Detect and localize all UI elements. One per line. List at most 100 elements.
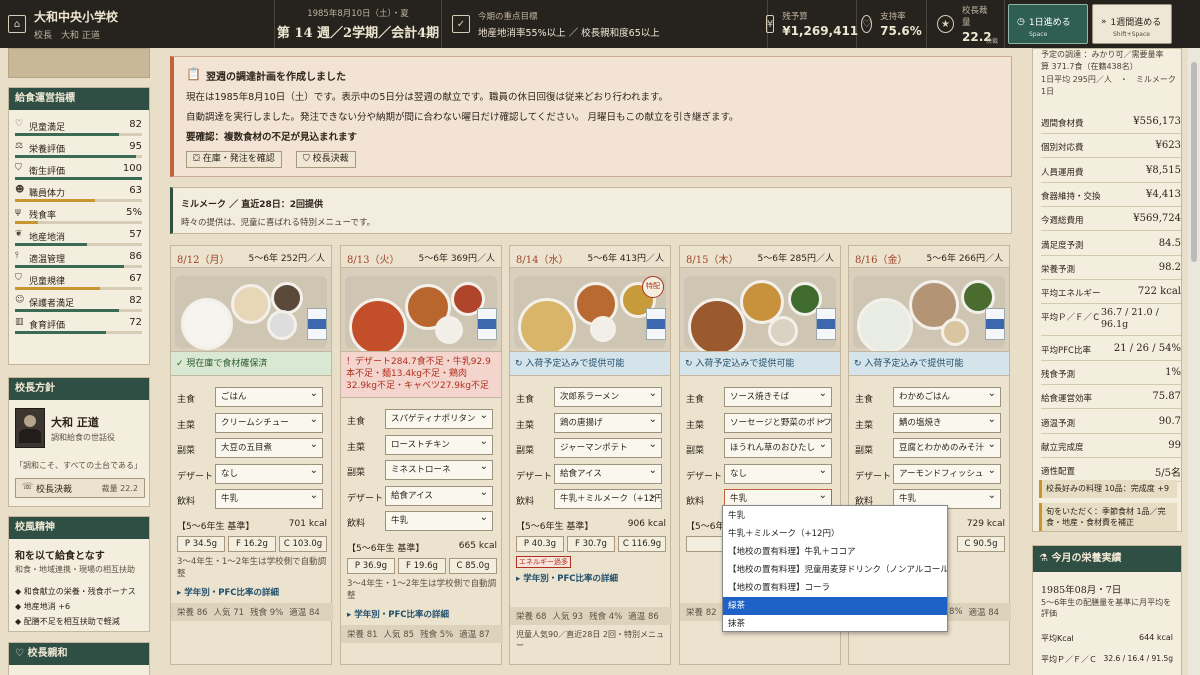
score-item: 8% [949,606,963,617]
menu-select-dessert[interactable]: 給食アイス [554,463,662,484]
summary-value: ¥4,413 [1146,188,1181,200]
menu-field-label: デザート [177,471,214,482]
menu-select-side[interactable]: ジャーマンポテト [554,438,662,458]
menu-select-main[interactable]: クリームシチュー [215,412,323,433]
menu-select-side[interactable]: 大豆の五目煮 [215,438,323,458]
drink-option[interactable]: 【地校の置有料理】コーラ [723,579,947,597]
nutrition-label: 【5〜6年生 基準】 [177,521,255,532]
menu-field-label: 飲料 [686,497,705,507]
drink-option[interactable]: 緑茶 [723,597,947,615]
summary-value: 5/5名 [1154,468,1181,480]
drink-option[interactable]: 牛乳＋ミルメーク（+12円） [723,525,947,543]
summary-row: 平均Ｐ／Ｆ／Ｃ 36.7 / 21.0 / 96.1g [1041,305,1181,337]
phone-icon: ☏ [22,482,34,492]
score-item: 適温 84 [289,607,320,618]
nutrition-kcal: 701 kcal [288,518,327,529]
principal-decision-button[interactable]: ☏ 校長決裁 裁量 22.2 [15,478,145,498]
metric-bar-fill [15,243,88,246]
menu-select-main[interactable]: 鯖の塩焼き [893,412,1001,433]
menu-select-dessert[interactable]: アーモンドフィッシュ [893,463,1001,484]
policy-name: 大和 正道 [51,416,99,429]
metric-row: ❦ 地産地消 57 [9,227,149,249]
menu-field-label: 飲料 [516,497,535,507]
affinity-header: ♡ 校長親和 [9,643,149,665]
day-column: 8/14（水） 5〜6年 413円／人 特配 ↻ 入荷予定込みで提供可能 主食 次郎系ラー… [509,245,672,665]
notice-decision-button[interactable]: ⛉ 校長決裁 [296,151,356,168]
summary-value: 722 kcal [1137,286,1181,298]
dish-bowl [435,316,463,344]
summary-value: 90.7 [1158,415,1181,427]
menu-select-main[interactable]: ソーセージと野菜のポトフ [724,412,832,433]
nutrition-header: 【5〜6年生 基準】 906 kcal [516,519,666,533]
summary-row: 週間食材費 ¥556,173 [1041,111,1181,134]
advance-week-button[interactable]: » 1週間進める Shift+Space [1092,4,1172,44]
menu-select-staple[interactable]: ソース焼きそば [724,387,832,407]
staff-icon: ☻ [15,185,25,195]
metric-label: 児童満足 [29,123,66,133]
menu-select-drink[interactable]: 牛乳 [215,489,323,509]
pfc-f: F 30.7g [567,535,615,552]
school-name: 大和中央小学校 [34,9,119,24]
goal-info: ✓ 今期の重点目標 地産地消率55%以上 ／ 校長親和度65以上 [442,0,768,48]
menu-select-side[interactable]: ミネストローネ [385,460,493,480]
drink-option[interactable]: 【地校の置有料理】牛乳＋ココア [723,543,947,561]
menu-select-dessert[interactable]: なし [724,463,832,484]
day-header: 8/13（火） 5〜6年 369円／人 [341,246,501,268]
discretion-label: 校長裁量 [962,6,988,28]
metric-row: ⚖ 栄養評価 95 [9,139,149,161]
menu-field-staple: 主食 次郎系ラーメン [516,387,666,407]
policy-quote: 「調和こそ、すべての土台である」 [15,461,143,470]
metric-row: ♡ 児童満足 82 [9,117,149,139]
menu-select-drink[interactable]: 牛乳 [385,511,493,531]
drink-option[interactable]: 抹茶 [723,615,947,633]
meal-tray [684,276,836,351]
metric-bar [15,199,142,202]
affinity-panel: ♡ 校長親和 [8,642,150,675]
day-price: 5〜6年 266円／人 [926,254,1004,264]
menu-select-main[interactable]: 鶏の唐揚げ [554,412,662,433]
day-date: 8/12（月） [177,255,230,266]
menu-select-drink[interactable]: 牛乳＋ミルメーク（+12円） [554,489,662,509]
support-label: 支持率 [880,12,906,22]
drink-option[interactable]: 【地校の置有料理】児童用麦芽ドリンク（ノンアルコール） [723,561,947,579]
summary-row: 満足度予測 84.5 [1041,233,1181,256]
box-icon: ⛋ [193,154,200,164]
metric-row: ⫯ 適温管理 86 [9,249,149,271]
medal-icon: ★ [937,15,955,33]
menu-select-staple[interactable]: ごはん [215,387,323,407]
menu-select-staple[interactable]: 次郎系ラーメン [554,387,662,407]
pfc-detail-link[interactable]: ▸ 学年別・PFC比率の詳細 [347,608,497,620]
menu-select-dessert[interactable]: なし [215,463,323,484]
check-stock-button[interactable]: ⛋ 在庫・発注を確認 [186,151,282,168]
day-date: 8/13（火） [347,255,400,266]
menu-field-label: デザート [516,471,553,482]
page-scrollbar[interactable] [1188,48,1200,675]
scrollbar-thumb[interactable] [1191,62,1197,262]
menu-select-staple[interactable]: スパゲティナポリタン [385,409,493,429]
menu-field-staple: 主食 スパゲティナポリタン [347,409,497,429]
score-item: 適温 84 [968,607,1000,618]
menu-select-dessert[interactable]: 給食アイス [385,485,493,506]
menu-select-main[interactable]: ローストチキン [385,434,493,455]
score-item: 人気 85 [383,629,415,640]
pfc-detail-link[interactable]: ▸ 学年別・PFC比率の詳細 [516,572,666,584]
results-pfc-value: 32.6 / 16.4 / 91.5g [1103,654,1173,663]
results-kcal-label: 平均Kcal [1041,634,1074,643]
advance-day-key: Space [1029,31,1048,38]
summary-label: 食器維持・交換 [1041,191,1101,202]
menu-select-side[interactable]: ほうれん草のおひたし [724,438,832,458]
drink-dropdown-list[interactable]: 牛乳 牛乳＋ミルメーク（+12円） 【地校の置有料理】牛乳＋ココア 【地校の置有料理】… [722,505,948,632]
menu-select-staple[interactable]: わかめごはん [893,387,1001,407]
support-stat: ♡ 支持率 75.6% [857,0,927,48]
score-bar: 栄養 81 人気 85 残食 5% 適温 87 [341,624,503,643]
summary-row: 平均PFC比率 21 / 26 / 54% [1041,338,1181,361]
menu-field-main: 主菜 ローストチキン [347,434,497,455]
menu-select-side[interactable]: 豆腐とわかめのみそ汁 [893,438,1001,458]
advance-day-button[interactable]: ◷ 1日進める Space [1008,4,1088,44]
metric-value: 95 [129,141,142,152]
dish-bowl [688,298,746,351]
drink-option[interactable]: 牛乳 [723,507,947,525]
metric-bar [15,177,142,180]
day-price: 5〜6年 285円／人 [757,254,835,264]
pfc-detail-link[interactable]: ▸ 学年別・PFC比率の詳細 [177,586,327,598]
